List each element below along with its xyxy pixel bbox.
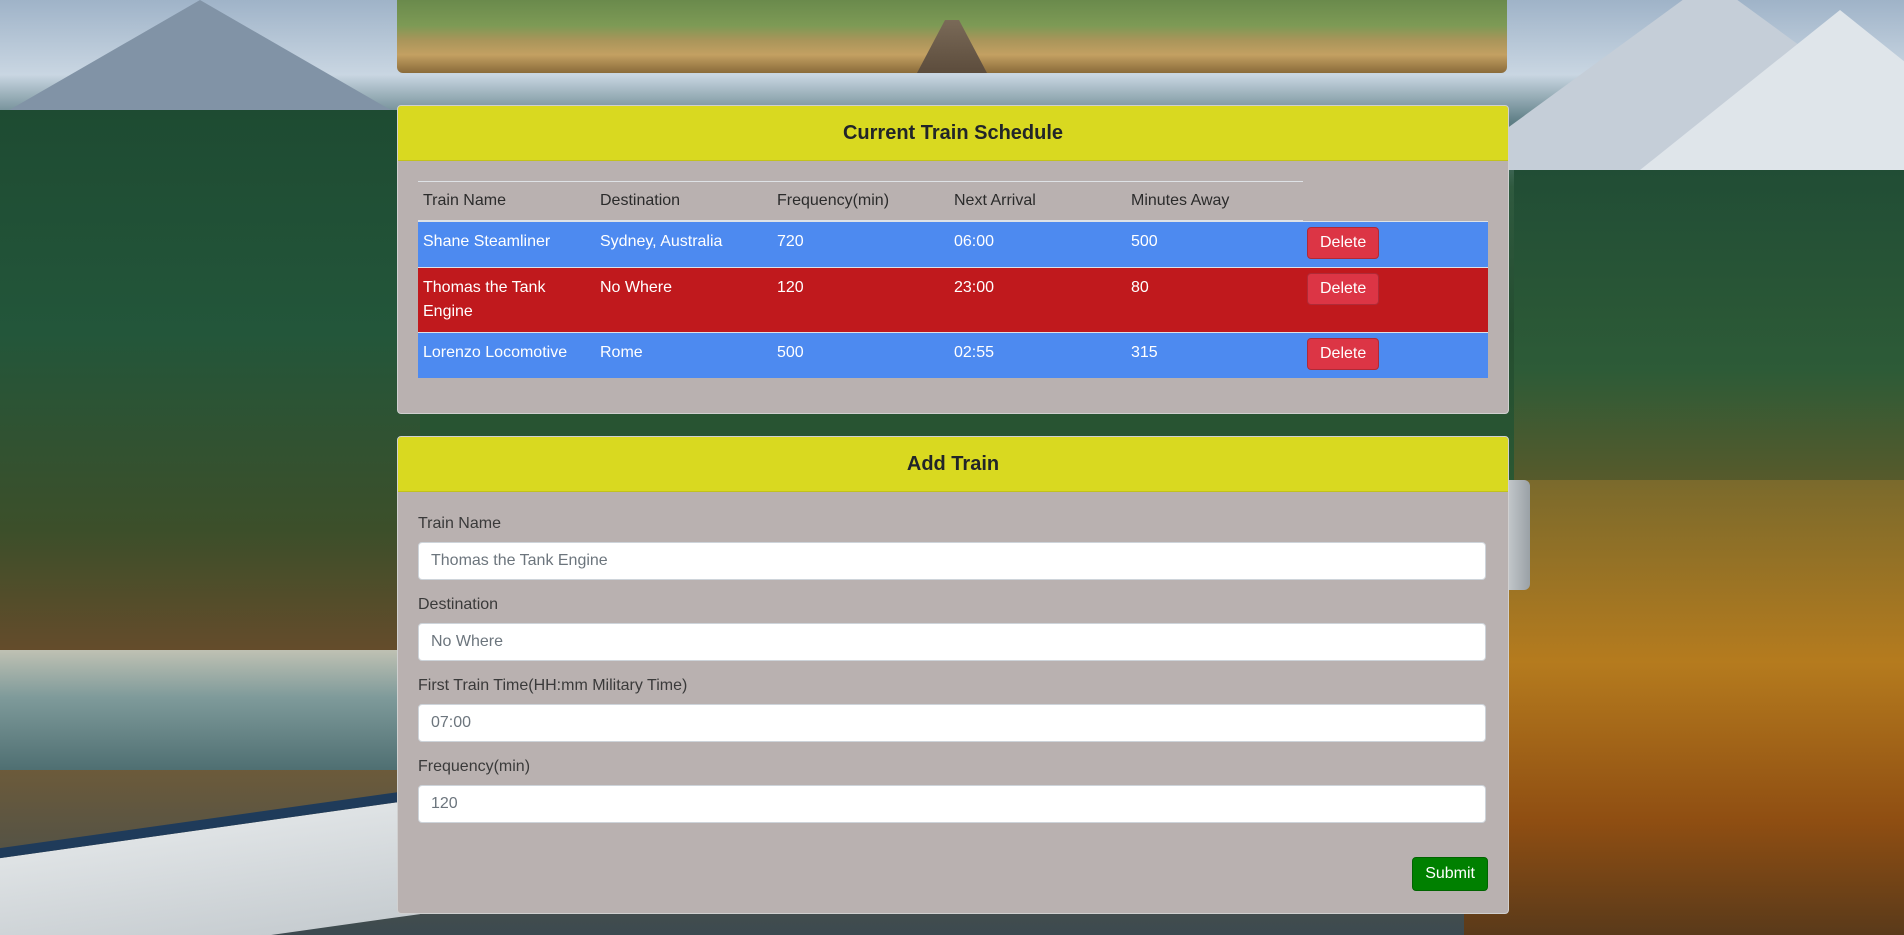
cell-train-name: Shane Steamliner: [418, 220, 595, 267]
col-minutes-away: Minutes Away: [1126, 181, 1303, 222]
destination-group: Destination: [418, 596, 1486, 661]
destination-label: Destination: [418, 596, 499, 613]
cell-frequency: 500: [772, 331, 949, 378]
col-train-name: Train Name: [418, 181, 595, 222]
destination-input[interactable]: [418, 623, 1486, 661]
frequency-label: Frequency(min): [418, 758, 531, 775]
train-name-input[interactable]: [418, 542, 1486, 580]
delete-button[interactable]: Delete: [1307, 272, 1380, 305]
submit-button[interactable]: Submit: [1412, 857, 1488, 891]
first-train-time-group: First Train Time(HH:mm Military Time): [418, 677, 1486, 742]
cell-frequency: 720: [772, 220, 949, 267]
table-row: Shane Steamliner Sydney, Australia 720 0…: [418, 220, 1488, 267]
schedule-card: Current Train Schedule Train Name Destin…: [397, 105, 1509, 414]
train-name-label: Train Name: [418, 515, 501, 532]
col-frequency: Frequency(min): [772, 181, 949, 222]
delete-button[interactable]: Delete: [1307, 337, 1380, 370]
schedule-title: Current Train Schedule: [842, 121, 1064, 144]
river: [0, 650, 420, 770]
schedule-table: Train Name Destination Frequency(min) Ne…: [418, 181, 1488, 378]
railway-tracks: [917, 20, 987, 73]
first-train-time-input[interactable]: [418, 704, 1486, 742]
col-actions: [1303, 182, 1488, 222]
add-train-form: Train Name Destination First Train Time(…: [418, 515, 1486, 839]
train-name-group: Train Name: [418, 515, 1486, 580]
cell-next-arrival: 02:55: [949, 331, 1126, 378]
add-train-card: Add Train Train Name Destination First T…: [397, 436, 1509, 914]
cell-actions: Delete: [1303, 266, 1488, 332]
delete-button[interactable]: Delete: [1307, 226, 1380, 259]
schedule-card-header: Current Train Schedule: [398, 106, 1508, 161]
cell-destination: Sydney, Australia: [595, 220, 772, 267]
cell-minutes-away: 315: [1126, 331, 1303, 378]
add-train-title: Add Train: [906, 452, 1000, 475]
cell-next-arrival: 06:00: [949, 220, 1126, 267]
cell-train-name: Lorenzo Locomotive: [418, 331, 595, 378]
cell-actions: Delete: [1303, 220, 1488, 267]
col-next-arrival: Next Arrival: [949, 181, 1126, 222]
frequency-group: Frequency(min): [418, 758, 1486, 823]
cell-destination: Rome: [595, 331, 772, 378]
mountain-right-peak: [1640, 10, 1904, 170]
table-row: Lorenzo Locomotive Rome 500 02:55 315 De…: [418, 331, 1488, 378]
train-car-left: [0, 789, 420, 935]
add-train-card-header: Add Train: [398, 437, 1508, 492]
cell-destination: No Where: [595, 266, 772, 332]
cell-next-arrival: 23:00: [949, 266, 1126, 332]
table-header-row: Train Name Destination Frequency(min) Ne…: [418, 181, 1488, 222]
first-train-time-label: First Train Time(HH:mm Military Time): [418, 677, 688, 694]
forest-left: [0, 110, 420, 670]
header-banner-image: [397, 0, 1507, 73]
cell-minutes-away: 80: [1126, 266, 1303, 332]
col-destination: Destination: [595, 181, 772, 222]
cell-minutes-away: 500: [1126, 220, 1303, 267]
frequency-input[interactable]: [418, 785, 1486, 823]
cell-frequency: 120: [772, 266, 949, 332]
table-row: Thomas the Tank Engine No Where 120 23:0…: [418, 266, 1488, 332]
autumn-trees: [1464, 480, 1904, 935]
cell-actions: Delete: [1303, 331, 1488, 378]
cell-train-name: Thomas the Tank Engine: [418, 266, 595, 332]
